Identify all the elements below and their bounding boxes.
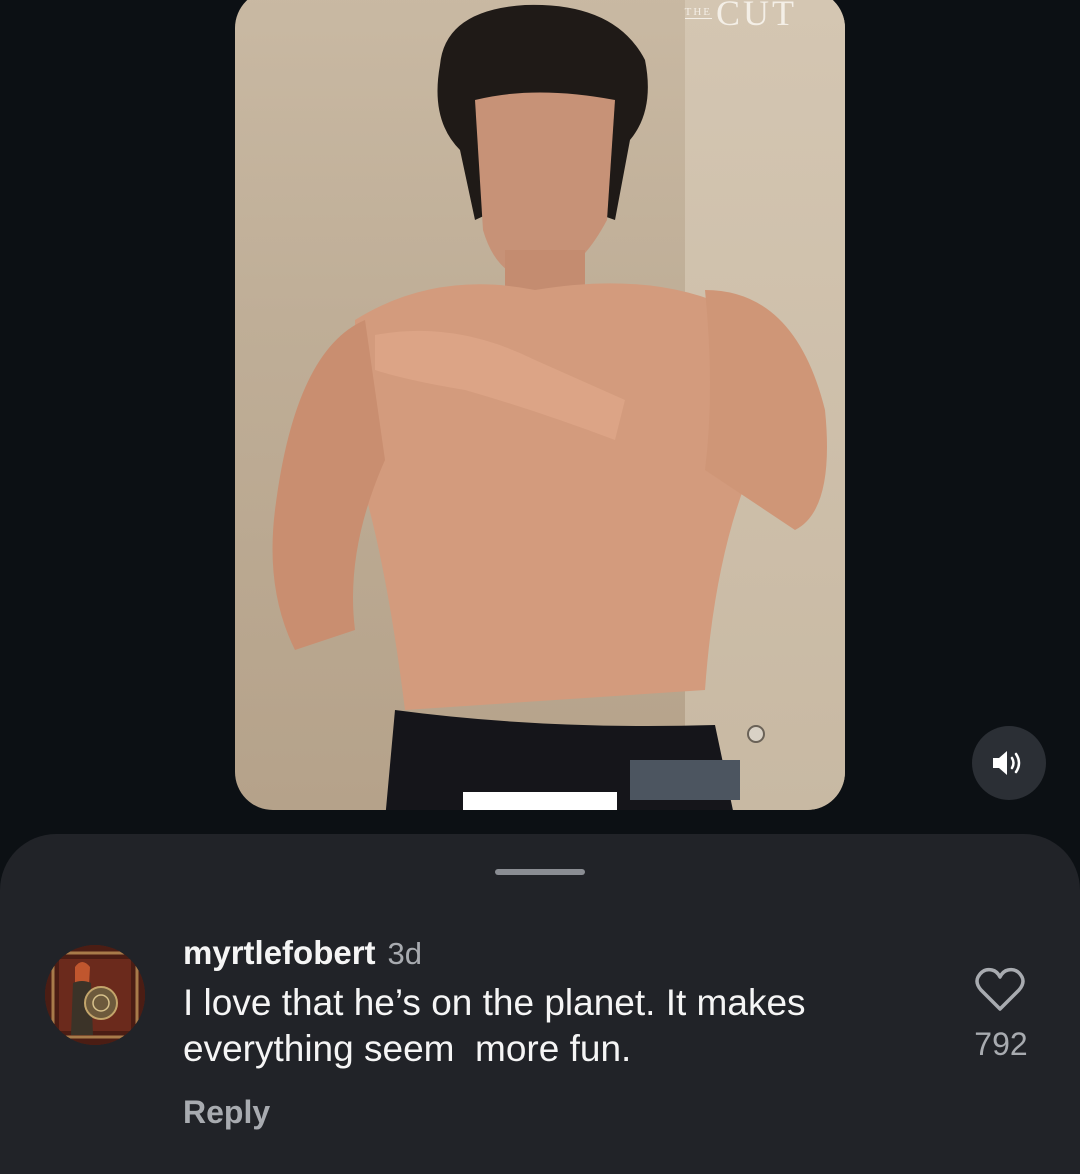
- video-frame-person: [272, 4, 827, 810]
- heart-outline-icon: [975, 967, 1025, 1011]
- video-player[interactable]: THE CUT: [235, 0, 845, 810]
- like-count: 792: [974, 1026, 1028, 1062]
- brand-small-text: THE: [684, 6, 712, 19]
- mute-toggle-button[interactable]: [972, 726, 1046, 800]
- comment-username[interactable]: myrtlefobert: [183, 934, 376, 972]
- speaker-volume-icon: [993, 751, 1021, 775]
- comment-body: myrtlefobert 3d I love that he’s on the …: [183, 934, 943, 1131]
- avatar-image: [45, 945, 145, 1045]
- video-brand-watermark: THE CUT: [684, 0, 797, 33]
- reply-button[interactable]: Reply: [183, 1094, 943, 1131]
- like-button[interactable]: [975, 967, 1025, 1013]
- comments-sheet[interactable]: myrtlefobert 3d I love that he’s on the …: [0, 834, 1080, 1174]
- caption-overlay: [463, 792, 617, 810]
- brand-large-text: CUT: [716, 0, 797, 33]
- comment-header: myrtlefobert 3d: [183, 934, 943, 972]
- sheet-drag-handle[interactable]: [495, 869, 585, 875]
- avatar[interactable]: [45, 945, 145, 1045]
- comment-text: I love that he’s on the planet. It makes…: [183, 982, 806, 1069]
- comment-timestamp: 3d: [387, 936, 423, 971]
